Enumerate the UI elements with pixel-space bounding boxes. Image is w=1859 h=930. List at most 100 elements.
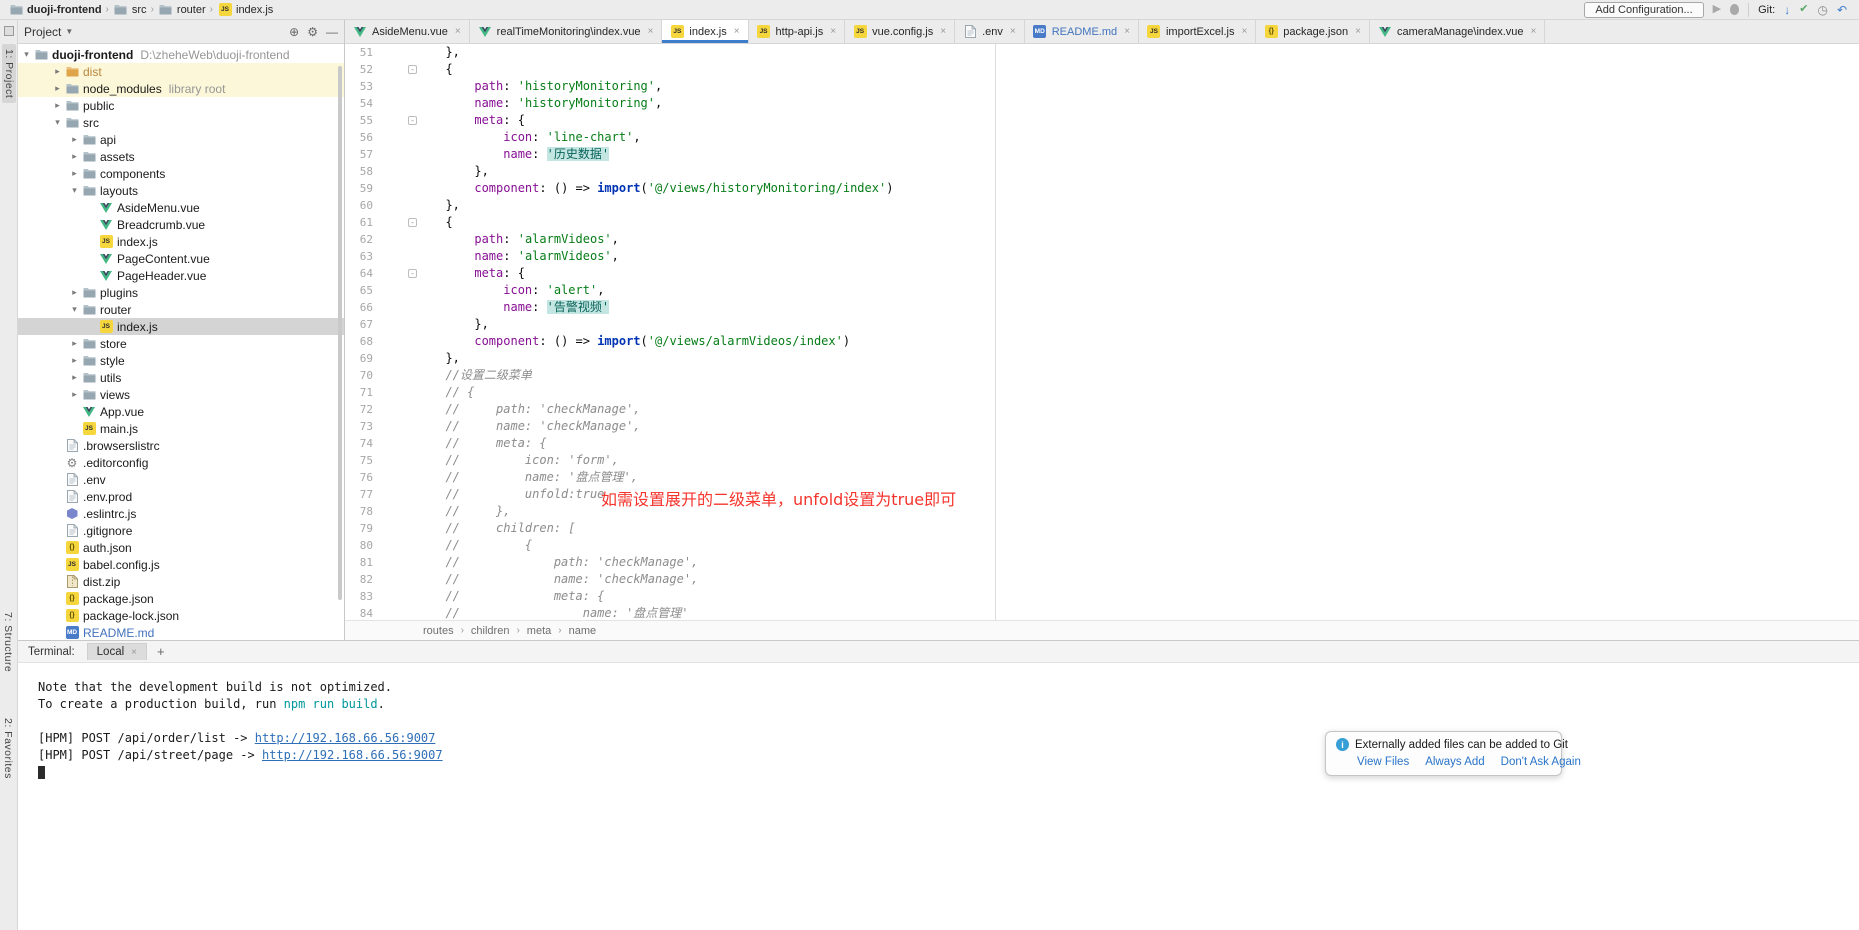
tree-item-dist[interactable]: ▸dist [18, 63, 344, 80]
code-line-61[interactable]: 61- { [345, 214, 1859, 231]
code-line-53[interactable]: 53 path: 'historyMonitoring', [345, 78, 1859, 95]
new-terminal-button[interactable]: + [157, 644, 165, 659]
breadcrumb-item[interactable]: router [158, 4, 206, 16]
tab-index.js[interactable]: JSindex.js× [662, 20, 748, 43]
code-line-64[interactable]: 64- meta: { [345, 265, 1859, 282]
terminal-link[interactable]: http://192.168.66.56:9007 [262, 748, 443, 762]
notification-action-always-add[interactable]: Always Add [1425, 756, 1484, 768]
close-icon[interactable]: × [455, 26, 461, 37]
code-line-71[interactable]: 71 // { [345, 384, 1859, 401]
terminal-output[interactable]: Note that the development build is not o… [18, 663, 1859, 781]
tool-window-structure-button[interactable]: 7: Structure [2, 612, 14, 672]
close-icon[interactable]: × [1531, 26, 1537, 37]
git-update-icon[interactable]: ↓ [1784, 4, 1790, 16]
code-line-56[interactable]: 56 icon: 'line-chart', [345, 129, 1859, 146]
code-line-80[interactable]: 80 // { [345, 537, 1859, 554]
tree-item-style[interactable]: ▸style [18, 352, 344, 369]
close-icon[interactable]: × [131, 647, 137, 658]
notification-action-view-files[interactable]: View Files [1357, 756, 1409, 768]
tree-item-dist.zip[interactable]: dist.zip [18, 573, 344, 590]
tree-item-plugins[interactable]: ▸plugins [18, 284, 344, 301]
terminal-tab-local[interactable]: Local × [87, 643, 147, 660]
editor-breadcrumb-item[interactable]: routes [423, 625, 454, 637]
tree-item-public[interactable]: ▸public [18, 97, 344, 114]
chevron-right-icon[interactable]: ▸ [68, 134, 81, 145]
tree-item-babel.config.js[interactable]: JSbabel.config.js [18, 556, 344, 573]
fold-icon[interactable]: - [408, 218, 417, 227]
chevron-right-icon[interactable]: ▸ [68, 389, 81, 400]
tab-vue.config.js[interactable]: JSvue.config.js× [845, 20, 955, 43]
tool-window-favorites-button[interactable]: 2: Favorites [2, 718, 14, 779]
tab-http-api.js[interactable]: JShttp-api.js× [749, 20, 846, 43]
close-icon[interactable]: × [1241, 26, 1247, 37]
close-icon[interactable]: × [1010, 26, 1016, 37]
chevron-right-icon[interactable]: ▸ [51, 83, 64, 94]
code-line-59[interactable]: 59 component: () => import('@/views/hist… [345, 180, 1859, 197]
tree-item-.env.prod[interactable]: .env.prod [18, 488, 344, 505]
code-line-74[interactable]: 74 // meta: { [345, 435, 1859, 452]
tree-item-node-modules[interactable]: ▸node_moduleslibrary root [18, 80, 344, 97]
tab-realtimemonitoring-index.vue[interactable]: realTimeMonitoring\index.vue× [470, 20, 663, 43]
editor-breadcrumb-item[interactable]: meta [527, 625, 551, 637]
code-line-72[interactable]: 72 // path: 'checkManage', [345, 401, 1859, 418]
code-line-84[interactable]: 84 // name: '盘点管理' [345, 605, 1859, 620]
tree-item-assets[interactable]: ▸assets [18, 148, 344, 165]
close-icon[interactable]: × [1124, 26, 1130, 37]
tab-.env[interactable]: .env× [955, 20, 1025, 43]
tree-item-package-lock.json[interactable]: {}package-lock.json [18, 607, 344, 624]
fold-icon[interactable]: - [408, 116, 417, 125]
tree-item-store[interactable]: ▸store [18, 335, 344, 352]
code-line-63[interactable]: 63 name: 'alarmVideos', [345, 248, 1859, 265]
tree-item-.eslintrc.js[interactable]: .eslintrc.js [18, 505, 344, 522]
chevron-right-icon[interactable]: ▸ [68, 287, 81, 298]
tab-importexcel.js[interactable]: JSimportExcel.js× [1139, 20, 1256, 43]
code-line-83[interactable]: 83 // meta: { [345, 588, 1859, 605]
add-configuration-button[interactable]: Add Configuration... [1584, 2, 1703, 18]
tree-item-.env[interactable]: .env [18, 471, 344, 488]
code-editor[interactable]: 51 },52- {53 path: 'historyMonitoring',5… [345, 44, 1859, 620]
breadcrumb-item[interactable]: src [113, 4, 147, 16]
chevron-right-icon[interactable]: ▸ [68, 355, 81, 366]
tree-item-.gitignore[interactable]: .gitignore [18, 522, 344, 539]
git-history-icon[interactable]: ◷ [1817, 4, 1827, 16]
tree-item-index.js[interactable]: JSindex.js [18, 233, 344, 250]
tab-readme.md[interactable]: MDREADME.md× [1025, 20, 1139, 43]
close-icon[interactable]: × [1355, 26, 1361, 37]
locate-file-icon[interactable]: ⊕ [289, 25, 299, 39]
code-line-73[interactable]: 73 // name: 'checkManage', [345, 418, 1859, 435]
tree-item-.editorconfig[interactable]: ⚙.editorconfig [18, 454, 344, 471]
code-line-75[interactable]: 75 // icon: 'form', [345, 452, 1859, 469]
chevron-down-icon[interactable]: ▾ [68, 185, 81, 196]
breadcrumb-item[interactable]: duoji-frontend [8, 4, 102, 16]
tab-asidemenu.vue[interactable]: AsideMenu.vue× [345, 20, 470, 43]
chevron-down-icon[interactable]: ▾ [68, 304, 81, 315]
tree-item-pagecontent.vue[interactable]: PageContent.vue [18, 250, 344, 267]
code-line-55[interactable]: 55- meta: { [345, 112, 1859, 129]
code-line-68[interactable]: 68 component: () => import('@/views/alar… [345, 333, 1859, 350]
code-line-67[interactable]: 67 }, [345, 316, 1859, 333]
hide-panel-icon[interactable]: — [326, 25, 338, 39]
fold-marker[interactable]: - [373, 112, 423, 129]
terminal-link[interactable]: http://192.168.66.56:9007 [255, 731, 436, 745]
tab-package.json[interactable]: {}package.json× [1256, 20, 1370, 43]
chevron-down-icon[interactable]: ▾ [20, 49, 33, 60]
chevron-right-icon[interactable]: ▸ [51, 66, 64, 77]
tree-item-breadcrumb.vue[interactable]: Breadcrumb.vue [18, 216, 344, 233]
editor-breadcrumb-item[interactable]: name [569, 625, 597, 637]
code-line-70[interactable]: 70 //设置二级菜单 [345, 367, 1859, 384]
chevron-right-icon[interactable]: ▸ [68, 338, 81, 349]
project-tree-scrollbar[interactable] [338, 66, 342, 600]
code-line-77[interactable]: 77 // unfold:true [345, 486, 1859, 503]
fold-marker[interactable]: - [373, 214, 423, 231]
close-icon[interactable]: × [734, 26, 740, 37]
gear-icon[interactable]: ⚙ [307, 25, 318, 39]
code-line-51[interactable]: 51 }, [345, 44, 1859, 61]
tree-item-main.js[interactable]: JSmain.js [18, 420, 344, 437]
chevron-right-icon[interactable]: ▸ [51, 100, 64, 111]
code-line-54[interactable]: 54 name: 'historyMonitoring', [345, 95, 1859, 112]
code-line-66[interactable]: 66 name: '告警视频' [345, 299, 1859, 316]
code-line-81[interactable]: 81 // path: 'checkManage', [345, 554, 1859, 571]
code-line-65[interactable]: 65 icon: 'alert', [345, 282, 1859, 299]
close-icon[interactable]: × [830, 26, 836, 37]
fold-marker[interactable]: - [373, 265, 423, 282]
